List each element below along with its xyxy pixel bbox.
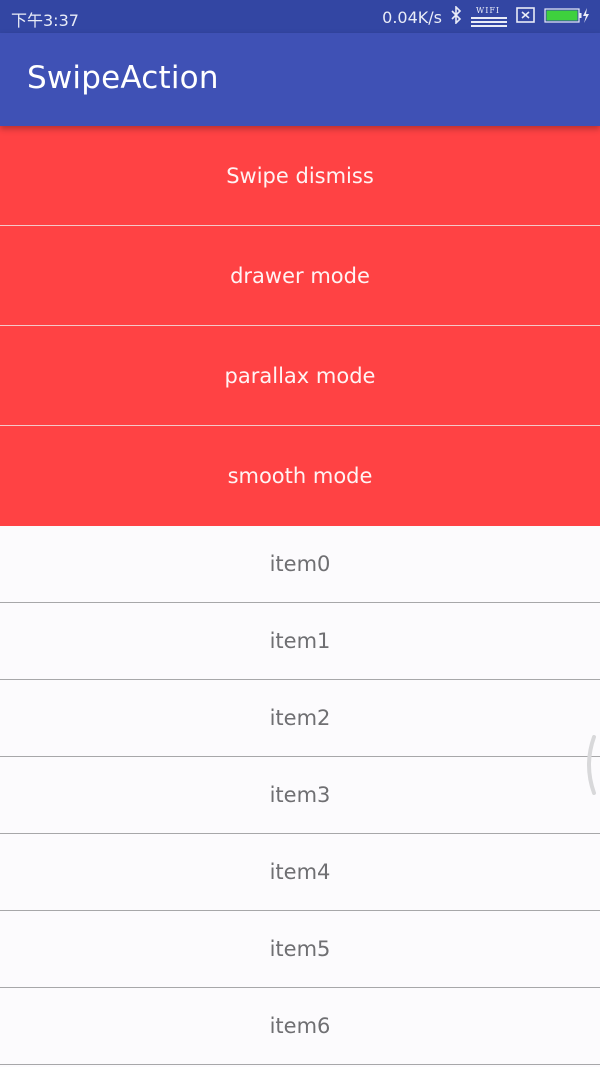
list-item[interactable]: item6 — [0, 988, 600, 1065]
swipe-dismiss-button[interactable]: Swipe dismiss — [0, 126, 600, 226]
button-label: parallax mode — [224, 363, 376, 388]
smooth-mode-button[interactable]: smooth mode — [0, 426, 600, 526]
item-label: item1 — [269, 629, 331, 653]
mode-buttons: Swipe dismiss drawer mode parallax mode … — [0, 126, 600, 526]
network-speed: 0.04K/s — [382, 7, 442, 27]
button-label: Swipe dismiss — [226, 163, 374, 188]
list-item[interactable]: item4 — [0, 834, 600, 911]
item-label: item2 — [269, 706, 331, 730]
bluetooth-icon — [450, 5, 462, 28]
parallax-mode-button[interactable]: parallax mode — [0, 326, 600, 426]
status-time: 下午3:37 — [11, 11, 79, 30]
item-label: item4 — [269, 860, 331, 884]
wifi-icon: WIFI — [470, 6, 508, 28]
battery-charging-icon — [544, 6, 590, 28]
item-label: item5 — [269, 937, 331, 961]
app-bar: SwipeAction — [0, 33, 600, 126]
item-list: item0 item1 item2 item3 item4 item5 item… — [0, 526, 600, 1065]
list-item[interactable]: item1 — [0, 603, 600, 680]
item-label: item3 — [269, 783, 331, 807]
status-bar: 下午3:37 0.04K/s WIFI — [0, 0, 600, 33]
drawer-mode-button[interactable]: drawer mode — [0, 226, 600, 326]
item-label: item0 — [269, 552, 331, 576]
list-item[interactable]: item2 — [0, 680, 600, 757]
button-label: drawer mode — [230, 263, 370, 288]
list-item[interactable]: item3 — [0, 757, 600, 834]
sim-off-icon — [516, 6, 536, 28]
app-title: SwipeAction — [27, 60, 219, 96]
status-icons: 0.04K/s WIFI — [382, 5, 590, 29]
edge-swipe-handle[interactable] — [582, 735, 600, 795]
button-label: smooth mode — [227, 464, 373, 488]
list-item[interactable]: item0 — [0, 526, 600, 603]
list-item[interactable]: item5 — [0, 911, 600, 988]
item-label: item6 — [269, 1014, 331, 1038]
